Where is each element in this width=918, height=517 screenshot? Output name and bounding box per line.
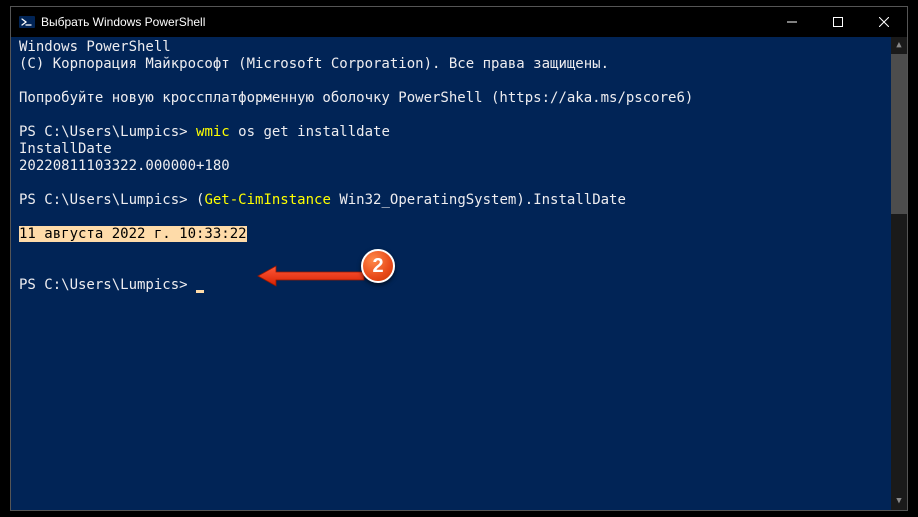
output-line: (C) Корпорация Майкрософт (Microsoft Cor… xyxy=(19,56,899,73)
output-line: InstallDate xyxy=(19,141,899,158)
powershell-window: Выбрать Windows PowerShell Windows Power… xyxy=(10,6,908,511)
cmd-token: Get-CimInstance xyxy=(204,192,330,208)
output-line: 20220811103322.000000+180 xyxy=(19,158,899,175)
scrollbar[interactable]: ▲ ▼ xyxy=(891,37,907,510)
window-controls xyxy=(769,7,907,37)
prompt: PS C:\Users\Lumpics> xyxy=(19,124,196,140)
output-line: Windows PowerShell xyxy=(19,39,899,56)
blank-line xyxy=(19,243,899,260)
cmd-token: .InstallDate xyxy=(525,192,626,208)
blank-line xyxy=(19,260,899,277)
cmd-token: os get installdate xyxy=(230,124,390,140)
terminal-output[interactable]: Windows PowerShell (C) Корпорация Майкро… xyxy=(11,37,907,510)
blank-line xyxy=(19,209,899,226)
command-line: PS C:\Users\Lumpics> xyxy=(19,277,899,294)
highlighted-date: 11 августа 2022 г. 10:33:22 xyxy=(19,226,247,242)
command-line: PS C:\Users\Lumpics> (Get-CimInstance Wi… xyxy=(19,192,899,209)
close-button[interactable] xyxy=(861,7,907,37)
cursor xyxy=(196,290,204,293)
cmd-token: wmic xyxy=(196,124,230,140)
scroll-down-icon[interactable]: ▼ xyxy=(891,493,907,510)
cmd-token: ) xyxy=(516,192,524,208)
scroll-thumb[interactable] xyxy=(891,54,907,214)
window-title: Выбрать Windows PowerShell xyxy=(41,15,205,29)
titlebar-left: Выбрать Windows PowerShell xyxy=(19,14,205,30)
blank-line xyxy=(19,73,899,90)
cmd-token: Win32_OperatingSystem xyxy=(331,192,516,208)
scroll-track[interactable] xyxy=(891,54,907,493)
blank-line xyxy=(19,175,899,192)
prompt: PS C:\Users\Lumpics> xyxy=(19,192,196,208)
scroll-up-icon[interactable]: ▲ xyxy=(891,37,907,54)
titlebar[interactable]: Выбрать Windows PowerShell xyxy=(11,7,907,37)
powershell-icon xyxy=(19,14,35,30)
minimize-button[interactable] xyxy=(769,7,815,37)
output-line: 11 августа 2022 г. 10:33:22 xyxy=(19,226,899,243)
command-line: PS C:\Users\Lumpics> wmic os get install… xyxy=(19,124,899,141)
blank-line xyxy=(19,107,899,124)
maximize-button[interactable] xyxy=(815,7,861,37)
output-line: Попробуйте новую кроссплатформенную обол… xyxy=(19,90,899,107)
prompt: PS C:\Users\Lumpics> xyxy=(19,277,196,293)
